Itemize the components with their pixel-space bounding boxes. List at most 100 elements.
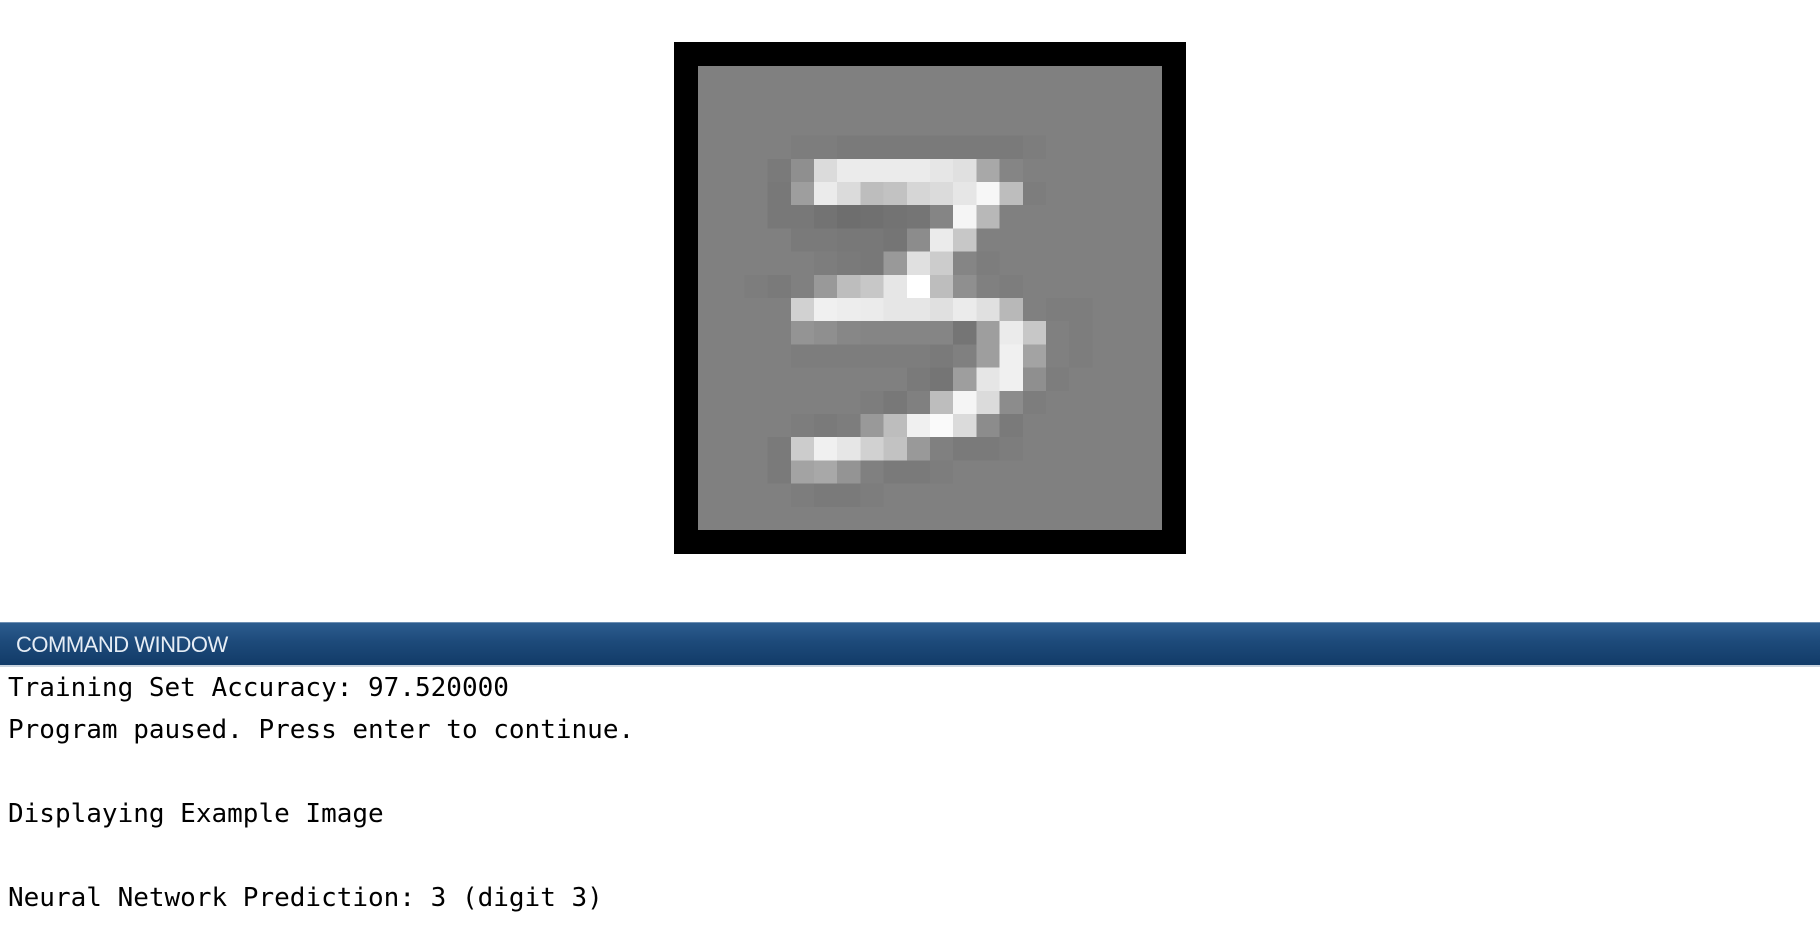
digit-pixel: [1069, 66, 1093, 90]
digit-pixel: [721, 506, 745, 530]
digit-pixel: [837, 182, 861, 206]
digit-pixel: [883, 205, 908, 229]
digit-pixel: [860, 437, 885, 461]
digit-pixel: [953, 367, 977, 392]
digit-pixel: [814, 390, 838, 415]
digit-pixel: [976, 506, 1001, 530]
digit-image-frame: [674, 42, 1186, 554]
digit-pixel: [1092, 89, 1117, 113]
digit-pixel: [1115, 298, 1140, 322]
digit-pixel: [767, 205, 792, 229]
digit-pixel: [1115, 228, 1140, 253]
digit-pixel: [953, 228, 977, 253]
digit-pixel: [906, 228, 931, 253]
digit-pixel: [1022, 298, 1047, 322]
digit-pixel: [1046, 460, 1070, 485]
digit-pixel: [930, 367, 954, 392]
digit-pixel: [837, 112, 861, 137]
digit-pixel: [1092, 158, 1117, 183]
digit-pixel: [1022, 182, 1047, 206]
digit-pixel: [698, 135, 722, 160]
digit-pixel: [953, 506, 977, 530]
digit-pixel: [953, 414, 977, 438]
digit-pixel: [721, 158, 745, 183]
digit-pixel: [883, 483, 908, 508]
digit-pixel: [976, 274, 1001, 299]
digit-pixel: [744, 321, 769, 345]
digit-pixel: [1138, 298, 1162, 322]
digit-pixel: [1069, 390, 1093, 415]
digit-pixel: [837, 506, 861, 530]
digit-pixel: [721, 112, 745, 137]
digit-pixel: [744, 460, 769, 485]
digit-pixel: [999, 274, 1024, 299]
digit-pixel: [976, 390, 1001, 415]
digit-pixel: [767, 483, 792, 508]
digit-pixel: [1046, 437, 1070, 461]
digit-pixel: [1138, 205, 1162, 229]
digit-pixel: [976, 298, 1001, 322]
digit-pixel: [814, 298, 838, 322]
digit-pixel: [814, 228, 838, 253]
digit-pixel: [999, 89, 1024, 113]
digit-pixel: [976, 112, 1001, 137]
digit-pixel: [1069, 483, 1093, 508]
digit-pixel: [930, 414, 954, 438]
digit-pixel: [999, 135, 1024, 160]
digit-pixel: [930, 228, 954, 253]
digit-pixel: [744, 228, 769, 253]
digit-pixel: [1022, 390, 1047, 415]
digit-pixel: [860, 321, 885, 345]
digit-pixel: [1069, 182, 1093, 206]
digit-pixel: [976, 158, 1001, 183]
digit-pixel: [930, 298, 954, 322]
digit-pixel: [790, 321, 815, 345]
digit-pixel: [767, 414, 792, 438]
digit-pixel: [790, 112, 815, 137]
digit-pixel: [767, 437, 792, 461]
digit-pixel: [814, 158, 838, 183]
digit-pixel: [1046, 367, 1070, 392]
digit-pixel: [953, 182, 977, 206]
digit-pixel: [744, 437, 769, 461]
digit-pixel: [1115, 367, 1140, 392]
digit-pixel: [1046, 182, 1070, 206]
digit-pixel: [860, 228, 885, 253]
digit-pixel: [1022, 274, 1047, 299]
digit-pixel: [1115, 112, 1140, 137]
digit-pixel: [767, 506, 792, 530]
digit-pixel: [1138, 321, 1162, 345]
digit-pixel: [814, 274, 838, 299]
digit-pixel: [1115, 483, 1140, 508]
digit-pixel: [1022, 112, 1047, 137]
digit-pixel: [790, 437, 815, 461]
digit-pixel: [790, 158, 815, 183]
digit-pixel: [790, 228, 815, 253]
digit-pixel: [1138, 437, 1162, 461]
digit-pixel: [883, 414, 908, 438]
digit-pixel: [814, 321, 838, 345]
digit-pixel: [1138, 112, 1162, 137]
digit-pixel: [883, 367, 908, 392]
digit-pixel: [976, 66, 1001, 90]
digit-pixel: [1115, 274, 1140, 299]
digit-pixel: [1092, 228, 1117, 253]
digit-pixel: [953, 483, 977, 508]
digit-pixel: [837, 205, 861, 229]
command-window-output[interactable]: Training Set Accuracy: 97.520000 Program…: [0, 667, 1820, 942]
digit-pixel: [930, 321, 954, 345]
digit-pixel: [883, 66, 908, 90]
digit-pixel: [767, 228, 792, 253]
digit-pixel: [1138, 344, 1162, 369]
digit-pixel: [1069, 414, 1093, 438]
command-window-header[interactable]: COMMAND WINDOW: [0, 622, 1820, 667]
digit-pixel: [999, 483, 1024, 508]
digit-pixel: [1115, 344, 1140, 369]
digit-pixel: [1046, 89, 1070, 113]
digit-pixel: [837, 460, 861, 485]
digit-pixel: [767, 390, 792, 415]
digit-pixel: [1115, 390, 1140, 415]
output-line-prediction: Neural Network Prediction: 3 (digit 3): [8, 883, 603, 913]
digit-pixel: [1069, 437, 1093, 461]
digit-pixel: [790, 66, 815, 90]
